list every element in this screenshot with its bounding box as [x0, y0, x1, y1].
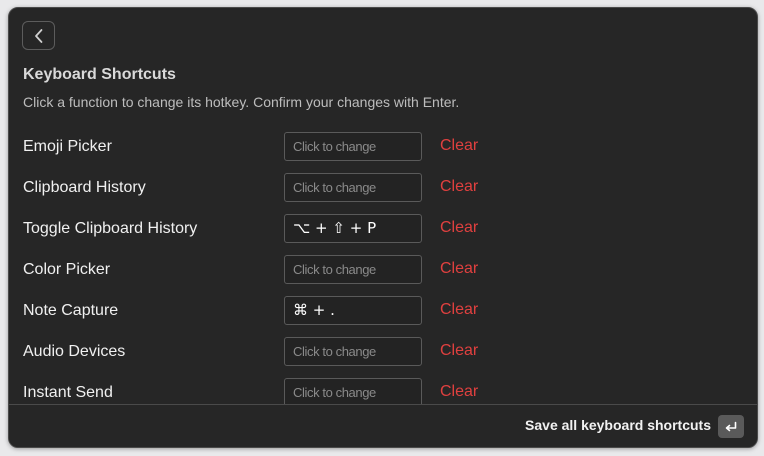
return-key-icon[interactable]: [718, 415, 744, 438]
back-button[interactable]: [22, 21, 55, 50]
shortcut-row-instant-send: Instant Send Click to change Clear: [9, 378, 757, 404]
hotkey-placeholder: Click to change: [293, 139, 376, 154]
clear-button[interactable]: Clear: [440, 219, 478, 237]
hotkey-placeholder: Click to change: [293, 344, 376, 359]
shortcut-label: Clipboard History: [23, 179, 146, 196]
clear-button[interactable]: Clear: [440, 260, 478, 278]
hotkey-placeholder: Click to change: [293, 180, 376, 195]
hotkey-value: ⌘ + .: [293, 301, 335, 319]
footer-bar: Save all keyboard shortcuts: [9, 404, 757, 447]
shortcut-row-clipboard-history: Clipboard History Click to change Clear: [9, 173, 757, 203]
hotkey-field[interactable]: Click to change: [284, 173, 422, 202]
shortcut-label: Emoji Picker: [23, 138, 112, 155]
hotkey-field[interactable]: Click to change: [284, 378, 422, 404]
shortcut-label: Instant Send: [23, 384, 113, 401]
page-title: Keyboard Shortcuts: [23, 66, 176, 83]
hotkey-field[interactable]: Click to change: [284, 337, 422, 366]
hotkey-field[interactable]: ⌥ + ⇧ + P: [284, 214, 422, 243]
shortcut-label: Note Capture: [23, 302, 119, 319]
hotkey-value: ⌥ + ⇧ + P: [293, 219, 377, 237]
shortcut-row-color-picker: Color Picker Click to change Clear: [9, 255, 757, 285]
shortcut-row-audio-devices: Audio Devices Click to change Clear: [9, 337, 757, 367]
shortcut-row-toggle-clipboard-history: Toggle Clipboard History ⌥ + ⇧ + P Clear: [9, 214, 757, 244]
shortcuts-window: Keyboard Shortcuts Click a function to c…: [8, 7, 758, 448]
shortcut-label: Audio Devices: [23, 343, 126, 360]
save-all-button[interactable]: Save all keyboard shortcuts: [525, 417, 711, 433]
hotkey-field[interactable]: Click to change: [284, 132, 422, 161]
shortcut-list: Emoji Picker Click to change Clear Clipb…: [9, 132, 757, 404]
chevron-left-icon: [34, 28, 44, 44]
hotkey-field[interactable]: Click to change: [284, 255, 422, 284]
page-subtitle: Click a function to change its hotkey. C…: [23, 94, 460, 110]
shortcut-row-emoji-picker: Emoji Picker Click to change Clear: [9, 132, 757, 162]
shortcut-row-note-capture: Note Capture ⌘ + . Clear: [9, 296, 757, 326]
shortcut-label: Color Picker: [23, 261, 111, 278]
shortcut-label: Toggle Clipboard History: [23, 220, 198, 237]
clear-button[interactable]: Clear: [440, 178, 478, 196]
hotkey-field[interactable]: ⌘ + .: [284, 296, 422, 325]
hotkey-placeholder: Click to change: [293, 262, 376, 277]
clear-button[interactable]: Clear: [440, 301, 478, 319]
clear-button[interactable]: Clear: [440, 137, 478, 155]
hotkey-placeholder: Click to change: [293, 385, 376, 400]
clear-button[interactable]: Clear: [440, 342, 478, 360]
clear-button[interactable]: Clear: [440, 383, 478, 401]
